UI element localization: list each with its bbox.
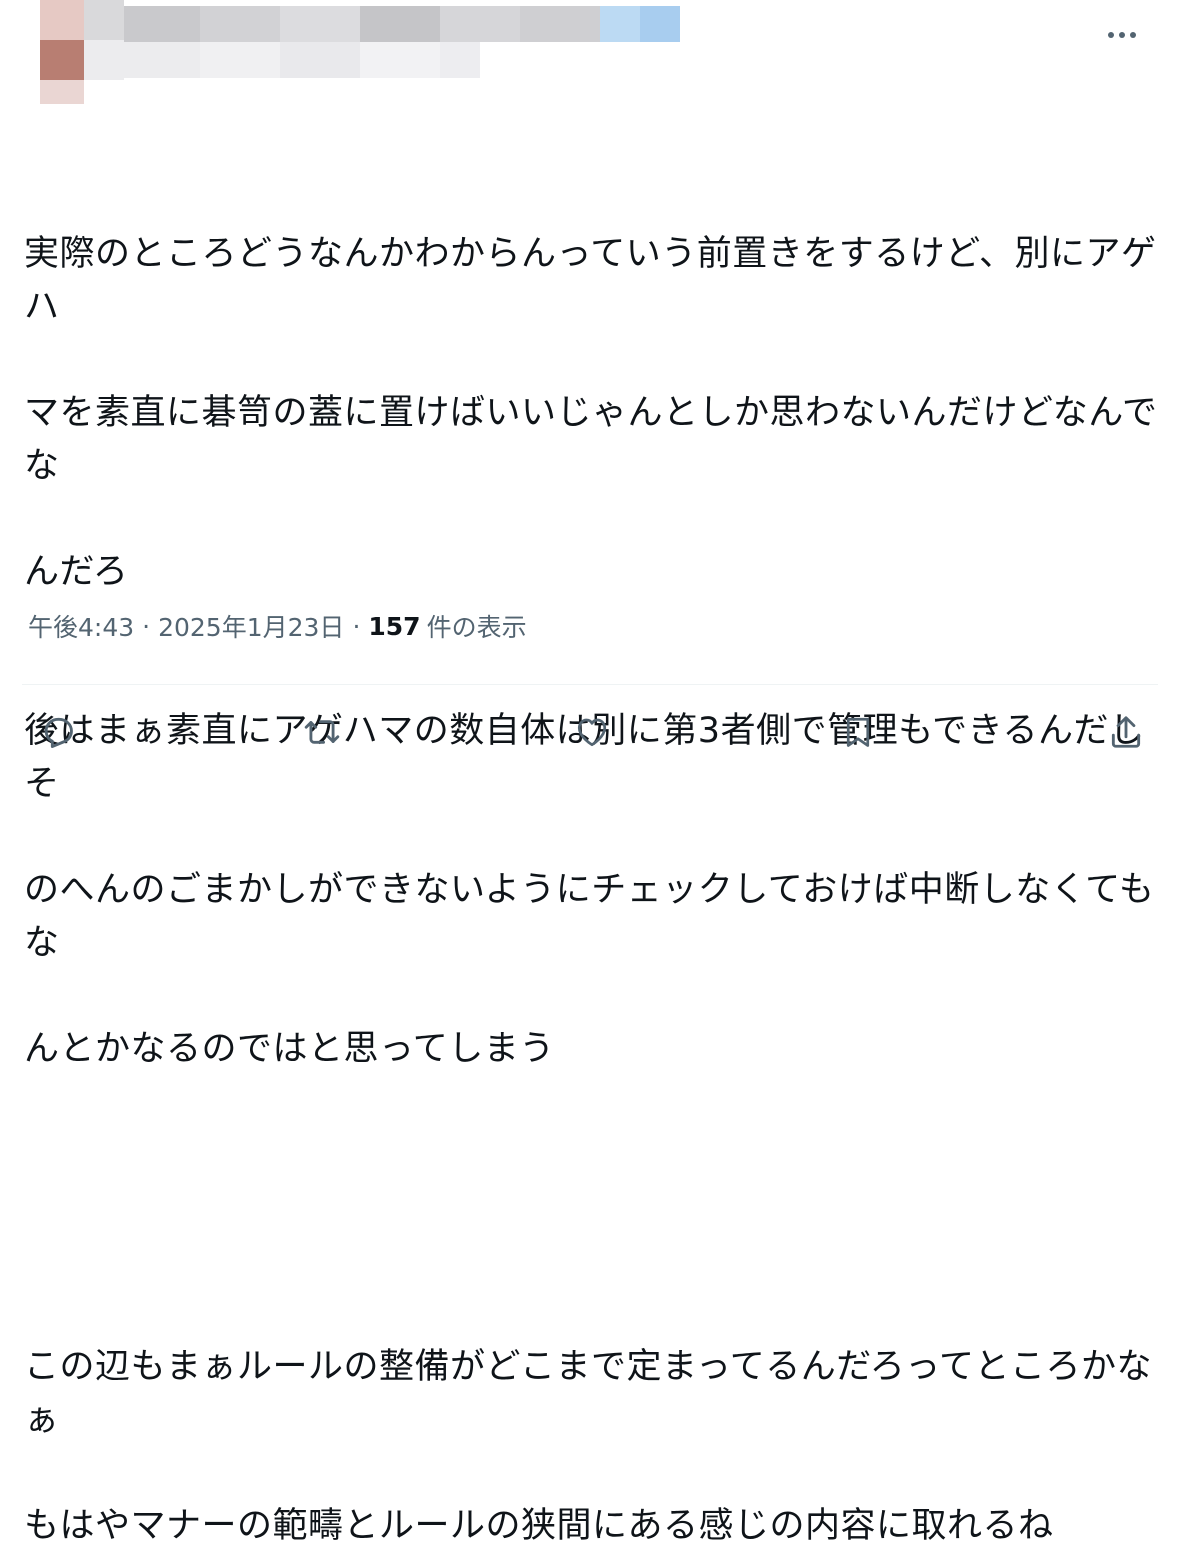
share-icon: [1107, 712, 1145, 752]
post-text-line: んとかなるのではと思ってしまう: [24, 1029, 555, 1069]
post-header: [0, 0, 1180, 110]
post-time[interactable]: 午後4:43: [28, 608, 134, 644]
post-text-line: マを素直に碁笥の蓋に置けばいいじゃんとしか思わないんだけどなんでな: [24, 393, 1158, 486]
action-bar: [0, 700, 1180, 766]
post-text-blank-line: [24, 1182, 1164, 1235]
divider: [22, 684, 1158, 685]
repost-button[interactable]: [300, 710, 344, 754]
blurred-author-info: [0, 0, 700, 110]
meta-separator: ·: [352, 611, 361, 641]
post-text-line: もはやマナーの範疇とルールの狭間にある感じの内容に取れるね: [24, 1506, 1054, 1546]
reply-icon: [39, 713, 77, 751]
post-date[interactable]: 2025年1月23日: [158, 608, 344, 644]
meta-separator: ·: [142, 611, 151, 641]
post-text-line: んだろ: [24, 552, 129, 592]
views-label: 件の表示: [426, 613, 527, 642]
views-count: 157: [368, 611, 421, 641]
share-button[interactable]: [1104, 710, 1148, 754]
like-button[interactable]: [570, 710, 614, 754]
repost-icon: [302, 713, 342, 751]
bookmark-button[interactable]: [836, 710, 880, 754]
more-dots-icon: [1107, 31, 1137, 39]
reply-button[interactable]: [36, 710, 80, 754]
bookmark-icon: [840, 712, 876, 752]
post-text-line: この辺もまぁルールの整備がどこまで定まってるんだろってところかなぁ: [24, 1347, 1152, 1440]
heart-icon: [573, 714, 611, 750]
post-meta: 午後4:43 · 2025年1月23日 · 157 件の表示: [28, 608, 527, 644]
more-options-button[interactable]: [1102, 20, 1142, 50]
post-text: 実際のところどうなんかわからんっていう前置きをするけど、別にアゲハ マを素直に碁…: [24, 122, 1164, 1552]
post-text-line: 実際のところどうなんかわからんっていう前置きをするけど、別にアゲハ: [24, 234, 1157, 327]
post-text-line: のへんのごまかしができないようにチェックしておけば中断しなくてもな: [24, 870, 1155, 963]
